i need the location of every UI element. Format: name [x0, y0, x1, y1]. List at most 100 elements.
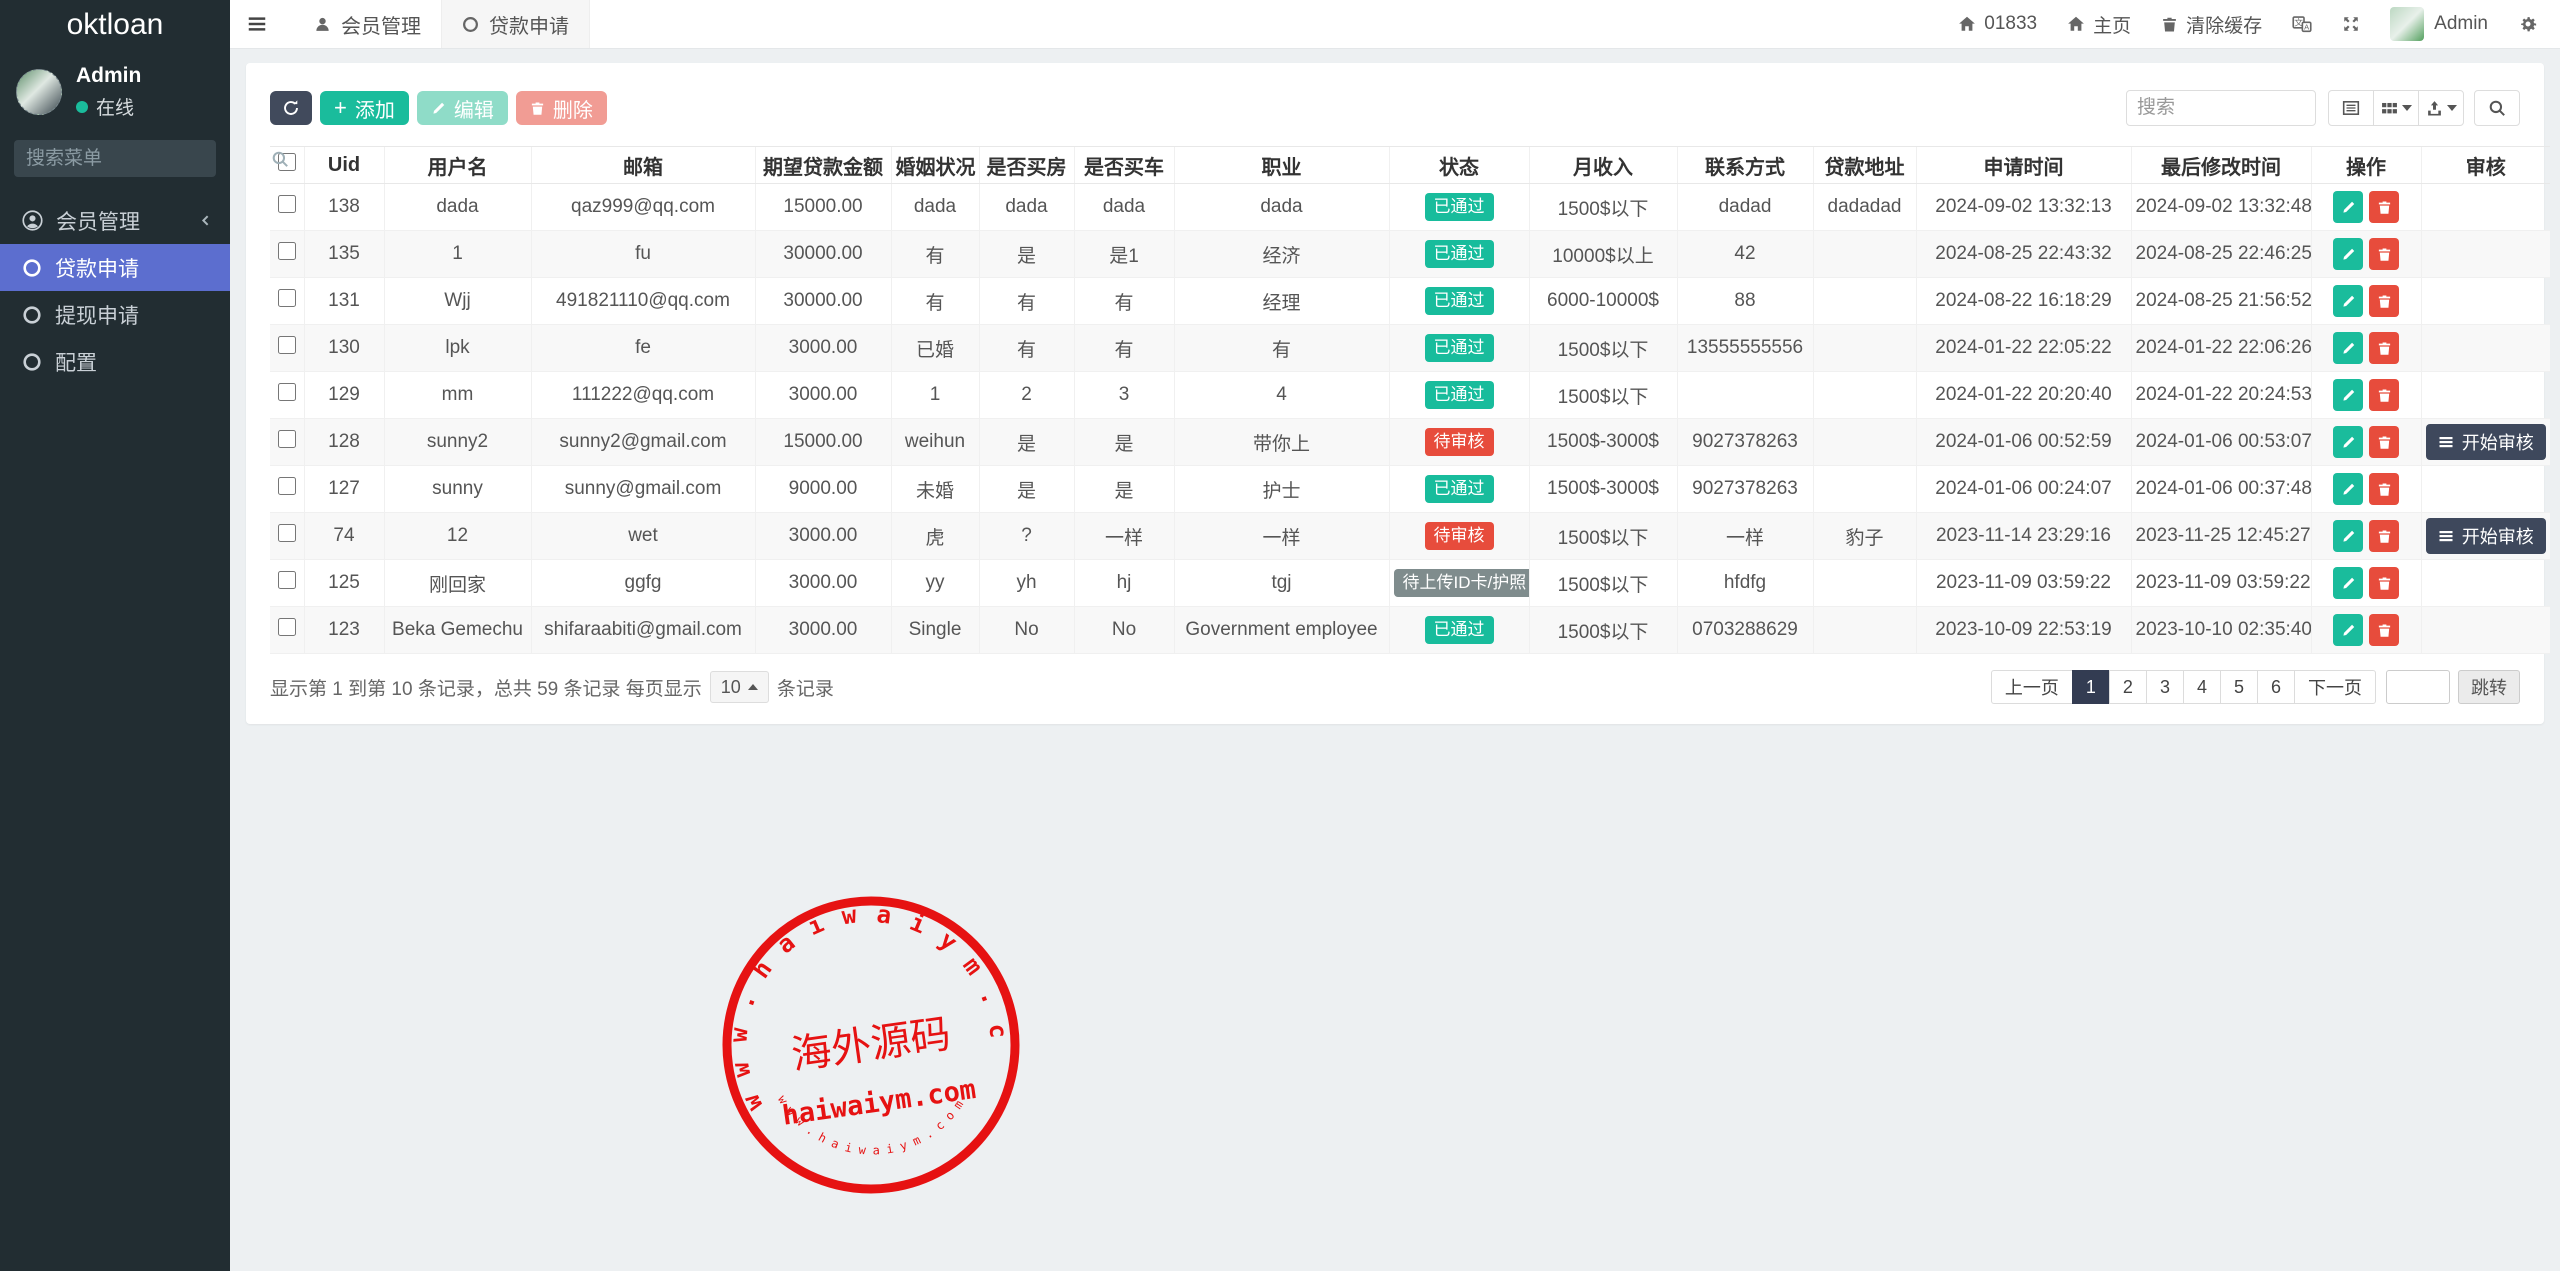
cell-marital: 已婚 — [891, 325, 979, 372]
delete-row-button[interactable] — [2369, 285, 2399, 317]
delete-row-button[interactable] — [2369, 567, 2399, 599]
cell-apply_time: 2023-11-14 23:29:16 — [1916, 513, 2131, 560]
start-review-button[interactable]: 开始审核 — [2426, 518, 2546, 554]
page-button-3[interactable]: 3 — [2146, 670, 2184, 704]
add-button[interactable]: + 添加 — [320, 91, 409, 125]
delete-row-button[interactable] — [2369, 473, 2399, 505]
cell-car: No — [1074, 607, 1174, 654]
edit-row-button[interactable] — [2333, 567, 2363, 599]
delete-row-button[interactable] — [2369, 238, 2399, 270]
jump-button[interactable]: 跳转 — [2458, 670, 2520, 704]
delete-row-button[interactable] — [2369, 379, 2399, 411]
page-button-6[interactable]: 6 — [2257, 670, 2295, 704]
pencil-icon — [2341, 482, 2356, 497]
delete-row-button[interactable] — [2369, 520, 2399, 552]
row-checkbox[interactable] — [278, 430, 296, 448]
edit-row-button[interactable] — [2333, 285, 2363, 317]
edit-row-button[interactable] — [2333, 614, 2363, 646]
export-button[interactable] — [2418, 90, 2464, 126]
page-button-4[interactable]: 4 — [2183, 670, 2221, 704]
cell-house: 是 — [979, 466, 1074, 513]
row-checkbox[interactable] — [278, 477, 296, 495]
cell-uid: 130 — [304, 325, 384, 372]
cell-apply_time: 2024-01-22 22:05:22 — [1916, 325, 2131, 372]
row-checkbox[interactable] — [278, 195, 296, 213]
edit-row-button[interactable] — [2333, 520, 2363, 552]
pencil-icon — [2341, 435, 2356, 450]
column-header: 联系方式 — [1677, 147, 1813, 184]
table-view-controls — [2328, 90, 2464, 126]
cell-job: 一样 — [1174, 513, 1389, 560]
columns-button[interactable] — [2373, 90, 2419, 126]
user-icon — [314, 16, 331, 33]
tab-loan-application[interactable]: 贷款申请 — [441, 0, 590, 48]
chevron-left-icon — [199, 214, 212, 227]
page-button-2[interactable]: 2 — [2109, 670, 2147, 704]
sidebar-item-member-management[interactable]: 会员管理 — [0, 197, 230, 244]
cell-contact: hfdfg — [1677, 560, 1813, 607]
cell-contact: 88 — [1677, 278, 1813, 325]
delete-button[interactable]: 删除 — [516, 91, 607, 125]
sidebar-item-label: 提现申请 — [55, 300, 212, 330]
row-checkbox[interactable] — [278, 242, 296, 260]
gears-icon[interactable] — [2518, 14, 2538, 34]
cell-username: 12 — [384, 513, 531, 560]
tab-member-management[interactable]: 会员管理 — [294, 0, 441, 48]
next-page-button[interactable]: 下一页 — [2294, 670, 2376, 704]
detail-view-button[interactable] — [2328, 90, 2374, 126]
edit-row-button[interactable] — [2333, 332, 2363, 364]
row-checkbox[interactable] — [278, 618, 296, 636]
edit-row-button[interactable] — [2333, 473, 2363, 505]
clear-cache-link[interactable]: 清除缓存 — [2161, 11, 2262, 38]
home-link[interactable]: 主页 — [2067, 11, 2131, 38]
pagination-summary: 显示第 1 到第 10 条记录，总共 59 条记录 每页显示 10 条记录 — [270, 671, 834, 703]
edit-row-button[interactable] — [2333, 426, 2363, 458]
table-row: 123Beka Gemechushifaraabiti@gmail.com300… — [270, 607, 2550, 654]
sidebar-item-config[interactable]: 配置 — [0, 338, 230, 385]
page-button-5[interactable]: 5 — [2220, 670, 2258, 704]
row-checkbox[interactable] — [278, 289, 296, 307]
fullscreen-icon[interactable] — [2342, 15, 2360, 33]
pencil-icon — [2341, 247, 2356, 262]
edit-row-button[interactable] — [2333, 238, 2363, 270]
sidebar-item-withdrawal-application[interactable]: 提现申请 — [0, 291, 230, 338]
user-menu[interactable]: Admin — [2390, 7, 2488, 41]
page-button-1[interactable]: 1 — [2072, 670, 2110, 704]
delete-row-button[interactable] — [2369, 614, 2399, 646]
cell-amount: 30000.00 — [755, 278, 891, 325]
table-search-input[interactable] — [2126, 90, 2316, 126]
edit-row-button[interactable] — [2333, 379, 2363, 411]
user-status: 在线 — [96, 93, 134, 120]
column-header: 审核 — [2421, 147, 2550, 184]
cell-contact: 0703288629 — [1677, 607, 1813, 654]
delete-row-button[interactable] — [2369, 426, 2399, 458]
row-checkbox[interactable] — [278, 524, 296, 542]
home-icon — [2067, 15, 2085, 33]
translate-icon[interactable]: 文A — [2292, 14, 2312, 34]
cell-marital: 1 — [891, 372, 979, 419]
edit-button[interactable]: 编辑 — [417, 91, 508, 125]
avatar — [16, 69, 62, 115]
sidebar-search-input[interactable] — [26, 148, 271, 170]
page-size-select[interactable]: 10 — [710, 671, 769, 703]
site-id-link[interactable]: 01833 — [1958, 13, 2037, 35]
refresh-button[interactable] — [270, 91, 312, 125]
row-checkbox[interactable] — [278, 383, 296, 401]
cell-amount: 15000.00 — [755, 184, 891, 231]
edit-row-button[interactable] — [2333, 191, 2363, 223]
delete-row-button[interactable] — [2369, 332, 2399, 364]
sidebar-item-loan-application[interactable]: 贷款申请 — [0, 244, 230, 291]
prev-page-button[interactable]: 上一页 — [1991, 670, 2073, 704]
row-checkbox[interactable] — [278, 571, 296, 589]
cell-car: 有 — [1074, 278, 1174, 325]
cell-car: 一样 — [1074, 513, 1174, 560]
start-review-button[interactable]: 开始审核 — [2426, 424, 2546, 460]
hamburger-menu-icon[interactable] — [246, 13, 268, 35]
trash-icon — [2377, 482, 2392, 497]
row-checkbox[interactable] — [278, 336, 296, 354]
cell-income: 1500$以下 — [1529, 325, 1677, 372]
delete-row-button[interactable] — [2369, 191, 2399, 223]
page-jump-input[interactable] — [2386, 670, 2450, 704]
column-header: 贷款地址 — [1813, 147, 1916, 184]
search-button[interactable] — [2474, 90, 2520, 126]
